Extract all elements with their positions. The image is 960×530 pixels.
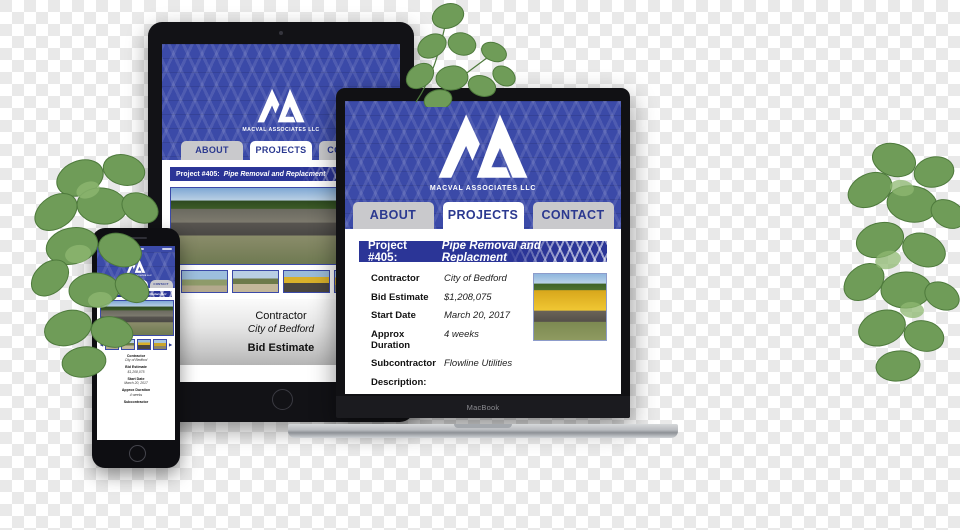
detail-row-duration: Approx Duration 4 weeks bbox=[371, 329, 521, 351]
phone-project-number: Project #405: bbox=[102, 292, 122, 296]
tablet-camera-icon bbox=[279, 31, 283, 35]
detail-value-contractor: City of Bedford bbox=[444, 273, 507, 284]
phone-home-button[interactable] bbox=[128, 445, 146, 462]
detail-value-start-date: March 20, 2017 bbox=[444, 310, 511, 321]
detail-label-duration: Approx Duration bbox=[371, 328, 411, 351]
laptop-chin: MacBook bbox=[336, 396, 630, 418]
tablet-project-number: Project #405: bbox=[176, 170, 220, 178]
gallery-prev-icon[interactable]: ◀ bbox=[100, 342, 103, 347]
macval-ma-monogram-icon bbox=[438, 114, 528, 178]
banner-chevron-pattern bbox=[141, 291, 172, 297]
laptop-tab-projects[interactable]: PROJECTS bbox=[442, 202, 524, 229]
laptop-nav-tabs: ABOUT PROJECTS CONTACT bbox=[345, 202, 621, 229]
laptop-tab-contact[interactable]: CONTACT bbox=[532, 202, 614, 229]
phone-battery-icon bbox=[162, 248, 172, 250]
detail-label-start-date: Start Date bbox=[371, 310, 416, 321]
laptop-project-photo bbox=[533, 273, 607, 341]
detail-row-start-date: Start Date March 20, 2017 bbox=[371, 310, 521, 321]
tablet-tab-about[interactable]: ABOUT bbox=[181, 141, 243, 160]
detail-label-description: Description: bbox=[371, 376, 427, 388]
phone-hero-header: MACVAL ASSOCIATES LLC ABOUT PROJECTS CON… bbox=[97, 252, 175, 288]
phone-logo: MACVAL ASSOCIATES LLC bbox=[120, 258, 152, 277]
phone-screen: MACVAL ASSOCIATES LLC ABOUT PROJECTS CON… bbox=[97, 246, 175, 440]
laptop-camera-icon bbox=[481, 94, 485, 97]
laptop-base-notch bbox=[454, 424, 512, 428]
laptop-project-details: Contractor City of Bedford Bid Estimate … bbox=[359, 273, 521, 388]
detail-label-contractor: Contractor bbox=[371, 273, 420, 284]
phone-tab-contact[interactable]: CONTACT bbox=[149, 280, 173, 288]
phone-clock-icon bbox=[130, 248, 144, 250]
detail-row-bid-estimate: Bid Estimate $1,208,075 bbox=[371, 292, 521, 303]
phone-detail-value-start-date: March 20, 2017 bbox=[124, 381, 148, 386]
phone-device: MACVAL ASSOCIATES LLC ABOUT PROJECTS CON… bbox=[92, 228, 180, 468]
phone-nav-tabs: ABOUT PROJECTS CONTACT bbox=[97, 280, 175, 288]
phone-project-banner: Project #405: Pipe Removal and Replacmen… bbox=[100, 291, 172, 297]
detail-value-subcontractor: Flowline Utilities bbox=[444, 358, 513, 369]
phone-thumb-3[interactable] bbox=[136, 338, 152, 350]
laptop-logo: MACVAL ASSOCIATES LLC bbox=[430, 108, 536, 192]
laptop-base bbox=[288, 424, 678, 438]
gallery-next-icon[interactable]: ▶ bbox=[169, 342, 172, 347]
phone-project-details: Contractor City of Bedford Bid Estimate … bbox=[100, 354, 172, 404]
phone-gallery-strip: ◀ ▶ bbox=[100, 338, 172, 350]
detail-label-bid-estimate: Bid Estimate bbox=[371, 291, 429, 303]
laptop-screen: MACVAL ASSOCIATES LLC ABOUT PROJECTS CON… bbox=[345, 101, 621, 394]
phone-tab-projects[interactable]: PROJECTS bbox=[124, 280, 148, 288]
phone-website: MACVAL ASSOCIATES LLC ABOUT PROJECTS CON… bbox=[97, 246, 175, 440]
phone-detail-label-duration: Approx Duration bbox=[121, 388, 151, 393]
phone-body: Project #405: Pipe Removal and Replacmen… bbox=[97, 288, 175, 440]
phone-brand-name: MACVAL ASSOCIATES LLC bbox=[120, 275, 152, 278]
laptop-lid: MACVAL ASSOCIATES LLC ABOUT PROJECTS CON… bbox=[336, 88, 630, 418]
mockup-stage: MACVAL ASSOCIATES LLC ABOUT PROJECTS CON… bbox=[0, 0, 960, 530]
phone-detail-label-subcontractor: Subcontractor bbox=[123, 399, 149, 404]
laptop-website: MACVAL ASSOCIATES LLC ABOUT PROJECTS CON… bbox=[345, 101, 621, 394]
laptop-project-banner: Project #405: Pipe Removal and Replacmen… bbox=[359, 241, 607, 262]
detail-value-duration: 4 weeks bbox=[444, 328, 479, 340]
detail-row-subcontractor: Subcontractor Flowline Utilities bbox=[371, 358, 521, 369]
tablet-thumb-2[interactable] bbox=[231, 270, 280, 293]
laptop-project-number: Project #405: bbox=[368, 241, 407, 262]
laptop-device: MACVAL ASSOCIATES LLC ABOUT PROJECTS CON… bbox=[288, 88, 678, 438]
banner-chevron-pattern bbox=[502, 241, 607, 262]
phone-detail-value-duration: 4 weeks bbox=[129, 392, 143, 397]
laptop-hero-header: MACVAL ASSOCIATES LLC ABOUT PROJECTS CON… bbox=[345, 101, 621, 229]
laptop-body: Project #405: Pipe Removal and Replacmen… bbox=[345, 229, 621, 394]
detail-row-contractor: Contractor City of Bedford bbox=[371, 273, 521, 284]
phone-detail-label-contractor: Contractor bbox=[126, 353, 146, 358]
phone-tab-about[interactable]: ABOUT bbox=[99, 280, 123, 288]
detail-value-bid-estimate: $1,208,075 bbox=[444, 291, 492, 303]
phone-speaker-icon bbox=[125, 237, 147, 240]
plant-right bbox=[843, 142, 960, 382]
macval-ma-monogram-icon bbox=[126, 260, 146, 274]
phone-signal-icon bbox=[100, 248, 112, 250]
phone-detail-label-bid-estimate: Bid Estimate bbox=[125, 365, 147, 370]
tablet-thumb-1[interactable] bbox=[180, 270, 228, 293]
phone-camera-icon bbox=[119, 237, 122, 241]
phone-detail-value-bid-estimate: $1,208,075 bbox=[127, 369, 145, 374]
detail-label-subcontractor: Subcontractor bbox=[371, 358, 436, 369]
phone-thumb-1[interactable] bbox=[104, 338, 120, 350]
phone-hero-photo bbox=[100, 300, 174, 336]
laptop-brand-name: MACVAL ASSOCIATES LLC bbox=[429, 185, 537, 192]
phone-detail-value-contractor: City of Bedford bbox=[124, 358, 148, 363]
phone-detail-label-start-date: Start Date bbox=[127, 376, 145, 381]
laptop-tab-about[interactable]: ABOUT bbox=[352, 202, 434, 229]
laptop-model-label: MacBook bbox=[466, 402, 500, 412]
phone-thumb-4[interactable] bbox=[152, 338, 168, 350]
phone-thumb-2[interactable] bbox=[120, 338, 136, 350]
